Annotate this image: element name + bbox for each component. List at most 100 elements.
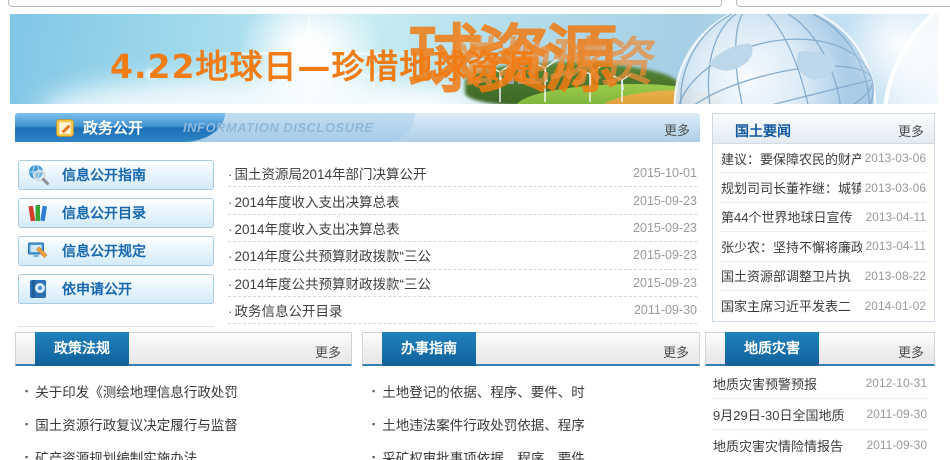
tab-geological-disaster[interactable]: 地质灾害 [725, 332, 819, 366]
article-date: 2013-03-06 [861, 151, 926, 165]
list-item[interactable]: 关于印发《测绘地理信息行政处罚 [23, 374, 348, 407]
list-item: 规划司司长董祚继：城镇 2013-03-06 [721, 173, 926, 202]
list-item: 第44个世界地球日宣传 2013-04-11 [721, 203, 926, 232]
article-date: 2015-09-23 [633, 221, 697, 235]
button-disclosure-catalog[interactable]: 信息公开目录 [18, 198, 214, 228]
article-link[interactable]: 国家主席习近平发表二 [721, 296, 851, 315]
list-item: 2014年度收入支出决算总表 2015-09-23 [228, 215, 697, 242]
article-date: 2014-01-02 [861, 299, 926, 313]
article-date: 2015-09-23 [633, 194, 697, 208]
tab-policy-regulations[interactable]: 政策法规 [35, 332, 129, 366]
earth-day-banner[interactable]: 球资源 惜地球资 4.22地球日—珍惜地球资源 [10, 14, 938, 104]
article-date: 2013-03-06 [861, 181, 926, 195]
more-link[interactable]: 更多 [315, 342, 341, 361]
disclosure-article-list: 国土资源局2014年部门决算公开 2015-10-01 2014年度收入支出决算… [228, 160, 700, 327]
list-item: 地质灾害预警预报 2012-10-31 [713, 368, 927, 399]
list-item[interactable]: 土地违法案件行政处罚依据、程序 [370, 407, 696, 440]
top-nav-box-left [8, 0, 722, 7]
article-link[interactable]: 2014年度公共预算财政拨款“三公 [228, 245, 431, 265]
article-date: 2013-04-11 [862, 210, 927, 224]
panel-subtitle: INFORMATION DISCLOSURE [183, 120, 374, 135]
list-item: 2014年度公共预算财政拨款“三公 2015-09-23 [228, 270, 697, 297]
notepad-pencil-icon [55, 118, 75, 138]
list-item: 国土资源部调整卫片执 2013-08-22 [721, 262, 926, 291]
information-disclosure-header: 政务公开 INFORMATION DISCLOSURE 更多 [15, 113, 700, 142]
more-link[interactable]: 更多 [898, 342, 924, 361]
list-item: 国土资源局2014年部门决算公开 2015-10-01 [228, 160, 697, 187]
service-guide-header: 办事指南 更多 [362, 332, 700, 366]
tab-service-guide[interactable]: 办事指南 [382, 332, 476, 366]
globe-magnifier-icon [26, 163, 50, 187]
article-date: 2011-09-30 [863, 407, 928, 421]
main-row: 政务公开 INFORMATION DISCLOSURE 更多 [15, 113, 935, 322]
list-item: 地质灾害灾情险情报告 2011-09-30 [713, 430, 927, 460]
land-news-list: 建议：要保障农民的财产 2013-03-06 规划司司长董祚继：城镇 2013-… [713, 144, 934, 320]
article-link[interactable]: 2014年度公共预算财政拨款“三公 [228, 273, 431, 293]
article-link[interactable]: 国土资源局2014年部门决算公开 [228, 163, 427, 183]
article-link[interactable]: 地质灾害预警预报 [713, 374, 817, 393]
disclosure-button-column: 信息公开指南 信息公开目录 [18, 160, 214, 327]
list-item[interactable]: 采矿权审批事项依据、程序、要件 [370, 440, 696, 460]
article-link[interactable]: 政务信息公开目录 [228, 300, 343, 320]
article-date: 2013-04-11 [862, 239, 927, 253]
list-item: 9月29日-30日全国地质 2011-09-30 [713, 399, 927, 430]
information-disclosure-panel: 政务公开 INFORMATION DISCLOSURE 更多 [15, 113, 700, 322]
more-link[interactable]: 更多 [664, 120, 690, 139]
geological-disaster-header: 地质灾害 更多 [705, 332, 935, 366]
list-item[interactable]: 国土资源行政复议决定履行与监督 [23, 407, 348, 440]
button-label: 信息公开规定 [62, 241, 146, 261]
button-label: 信息公开指南 [62, 165, 146, 185]
information-disclosure-body: 信息公开指南 信息公开目录 [15, 142, 700, 327]
more-link[interactable]: 更多 [898, 121, 924, 140]
article-link[interactable]: 第44个世界地球日宣传 [721, 207, 852, 226]
article-date: 2013-08-22 [861, 269, 926, 283]
list-item[interactable]: 土地登记的依据、程序、要件、时 [370, 374, 696, 407]
list-item: 2014年度公共预算财政拨款“三公 2015-09-23 [228, 242, 697, 269]
article-link[interactable]: 张少农：坚持不懈将廉政 [721, 237, 862, 256]
policy-regulations-header: 政策法规 更多 [15, 332, 352, 366]
top-nav-box-right [736, 0, 950, 7]
policy-regulations-panel: 政策法规 更多 关于印发《测绘地理信息行政处罚 国土资源行政复议决定履行与监督 … [15, 332, 352, 460]
guide-list: 土地登记的依据、程序、要件、时 土地违法案件行政处罚依据、程序 采矿权审批事项依… [362, 366, 700, 460]
panel-title: 政务公开 [55, 113, 143, 142]
article-link[interactable]: 2014年度收入支出决算总表 [228, 218, 400, 238]
policy-list: 关于印发《测绘地理信息行政处罚 国土资源行政复议决定履行与监督 矿产资源规划编制… [15, 366, 352, 460]
panel-title: 国土要闻 [735, 121, 791, 141]
more-link[interactable]: 更多 [663, 342, 689, 361]
books-icon [26, 201, 50, 225]
article-link[interactable]: 地质灾害灾情险情报告 [713, 436, 843, 455]
panel-title-text: 政务公开 [83, 117, 143, 138]
list-item: 张少农：坚持不懈将廉政 2013-04-11 [721, 232, 926, 261]
button-disclosure-on-request[interactable]: 依申请公开 [18, 274, 214, 304]
list-item: 2014年度收入支出决算总表 2015-09-23 [228, 187, 697, 214]
monitor-pen-icon [26, 239, 50, 263]
land-news-panel: 国土要闻 更多 建议：要保障农民的财产 2013-03-06 规划司司长董祚继：… [712, 113, 935, 322]
article-date: 2015-10-01 [633, 166, 697, 180]
list-item: 建议：要保障农民的财产 2013-03-06 [721, 144, 926, 173]
list-item[interactable]: 矿产资源规划编制实施办法 [23, 440, 348, 460]
bottom-row: 政策法规 更多 关于印发《测绘地理信息行政处罚 国土资源行政复议决定履行与监督 … [15, 332, 935, 460]
article-date: 2012-10-31 [862, 376, 927, 390]
article-link[interactable]: 国土资源部调整卫片执 [721, 266, 851, 285]
land-news-header: 国土要闻 更多 [713, 114, 934, 144]
button-label: 依申请公开 [62, 279, 132, 299]
article-date: 2015-09-23 [633, 248, 697, 262]
article-link[interactable]: 2014年度收入支出决算总表 [228, 191, 400, 211]
portal-page: 球资源 惜地球资 4.22地球日—珍惜地球资源 政务公开 INFORMATION [0, 0, 950, 460]
service-guide-panel: 办事指南 更多 土地登记的依据、程序、要件、时 土地违法案件行政处罚依据、程序 … [362, 332, 700, 460]
top-nav-remnant [0, 0, 950, 8]
article-link[interactable]: 9月29日-30日全国地质 [713, 405, 844, 424]
banner-title: 4.22地球日—珍惜地球资源 [110, 40, 535, 88]
button-disclosure-rules[interactable]: 信息公开规定 [18, 236, 214, 266]
list-item: 国家主席习近平发表二 2014-01-02 [721, 291, 926, 320]
button-label: 信息公开目录 [62, 203, 146, 223]
article-link[interactable]: 规划司司长董祚继：城镇 [721, 178, 861, 197]
book-badge-icon [26, 277, 50, 301]
article-date: 2015-09-23 [633, 276, 697, 290]
article-date: 2011-09-30 [863, 438, 928, 452]
article-link[interactable]: 建议：要保障农民的财产 [721, 149, 861, 168]
button-disclosure-guide[interactable]: 信息公开指南 [18, 160, 214, 190]
list-item: 政务信息公开目录 2011-09-30 [228, 297, 697, 324]
article-date: 2011-09-30 [634, 303, 697, 317]
geological-disaster-panel: 地质灾害 更多 地质灾害预警预报 2012-10-31 9月29日-30日全国地… [705, 332, 935, 460]
